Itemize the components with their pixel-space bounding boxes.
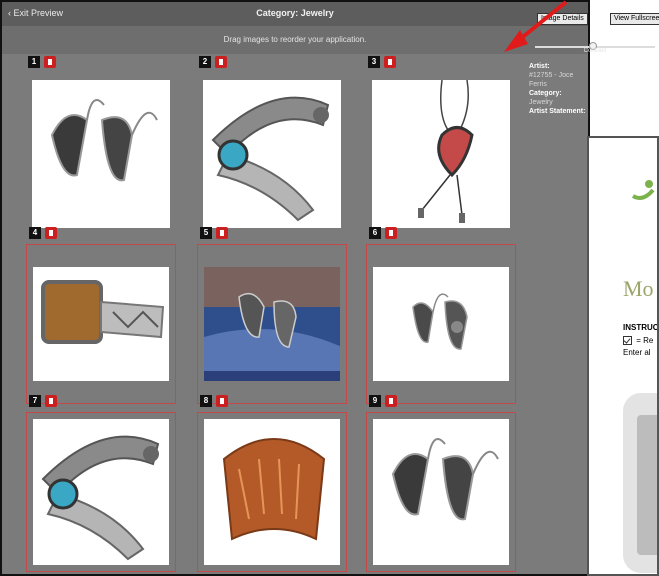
view-fullscreen-button[interactable]: View Fullscreen xyxy=(610,13,659,25)
preview-window: ‹ Exit Preview Category: Jewelry Drag im… xyxy=(0,0,590,576)
image-slot-9[interactable]: 9 xyxy=(366,395,516,572)
image-number: 1 xyxy=(28,56,40,68)
delete-icon[interactable] xyxy=(44,56,56,68)
enter-text: Enter al xyxy=(623,348,651,357)
delete-icon[interactable] xyxy=(384,56,396,68)
image-details-panel: Artist: #12755 - Joce Ferris Category: J… xyxy=(529,62,588,116)
image-number: 8 xyxy=(200,395,212,407)
form-panel xyxy=(623,393,657,573)
logo-icon xyxy=(631,180,655,200)
form-panel-inner xyxy=(637,415,657,555)
artist-value: #12755 - Joce Ferris xyxy=(529,72,574,88)
image-slot-3[interactable]: 3 xyxy=(366,56,516,234)
image-slot-5[interactable]: 5 xyxy=(197,227,347,404)
image-slot-6[interactable]: 6 xyxy=(366,227,516,404)
form-heading: Mo xyxy=(623,276,654,301)
delete-icon[interactable] xyxy=(216,395,228,407)
category-value: Jewelry xyxy=(529,99,553,106)
required-note: = Re xyxy=(623,336,654,346)
earrings-on-blue-image xyxy=(204,267,340,381)
artist-statement-label: Artist Statement: xyxy=(529,108,586,115)
image-number: 2 xyxy=(199,56,211,68)
checkbox-icon xyxy=(623,336,632,346)
earrings-image xyxy=(373,419,509,565)
image-number: 4 xyxy=(29,227,41,239)
cuff-bracelet-image xyxy=(33,419,169,565)
annotation-arrow-icon xyxy=(504,0,568,52)
copper-cuff-image xyxy=(204,419,340,565)
earrings-image xyxy=(373,267,509,381)
image-slot-4[interactable]: 4 xyxy=(26,227,176,404)
image-number: 7 xyxy=(29,395,41,407)
image-slot-1[interactable]: 1 xyxy=(26,56,176,234)
image-number: 6 xyxy=(369,227,381,239)
image-slot-7[interactable]: 7 xyxy=(26,395,176,572)
category-label: Category: xyxy=(529,90,562,97)
image-number: 5 xyxy=(200,227,212,239)
bolo-tie-image xyxy=(372,80,510,228)
application-form-window: Mo INSTRUC = Re Enter al xyxy=(587,136,659,576)
required-text: = Re xyxy=(636,336,654,345)
delete-icon[interactable] xyxy=(385,395,397,407)
cuff-bracelet-image xyxy=(203,80,341,228)
delete-icon[interactable] xyxy=(216,227,228,239)
earrings-image xyxy=(32,80,170,228)
delete-icon[interactable] xyxy=(45,395,57,407)
image-number: 9 xyxy=(369,395,381,407)
image-slot-8[interactable]: 8 xyxy=(197,395,347,572)
ring-image xyxy=(33,267,169,381)
image-number: 3 xyxy=(368,56,380,68)
image-slot-2[interactable]: 2 xyxy=(197,56,347,234)
delete-icon[interactable] xyxy=(215,56,227,68)
instructions-heading: INSTRUC xyxy=(623,323,659,332)
artist-label: Artist: xyxy=(529,63,550,70)
delete-icon[interactable] xyxy=(45,227,57,239)
delete-icon[interactable] xyxy=(385,227,397,239)
